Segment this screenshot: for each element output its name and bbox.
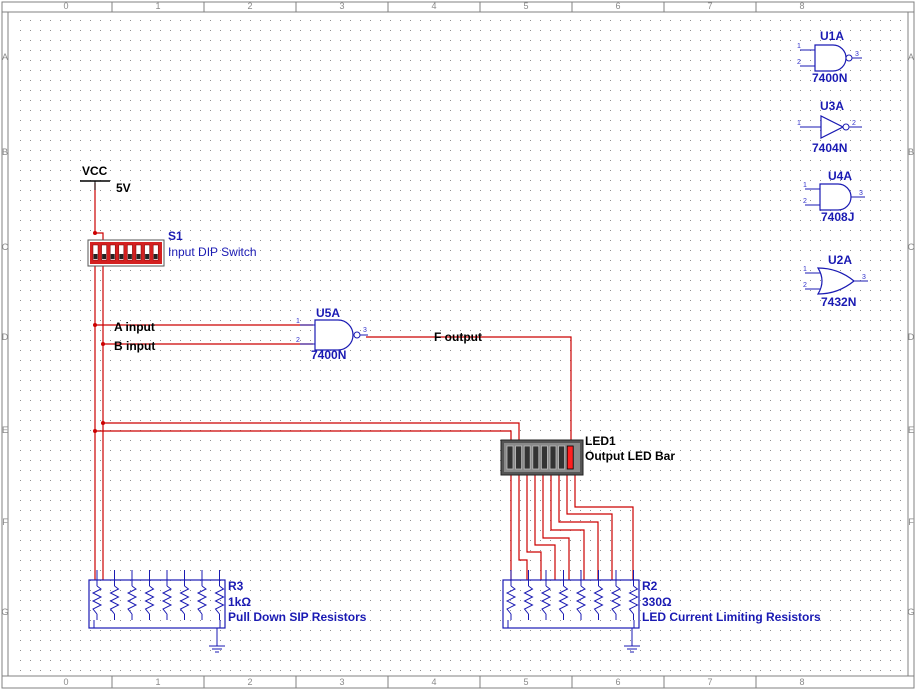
led-segment [532,445,540,470]
dip-key-lever [145,254,150,259]
border-col-label: 1 [155,1,160,11]
u2a-pin1: 1 [803,266,807,273]
u1a-ref: U1A [820,29,844,43]
u2a-ref: U2A [828,253,852,267]
u1a-type: 7400N [812,71,847,85]
u3a-ref: U3A [820,99,844,113]
led-segment [506,445,514,470]
dip-key-lever [153,254,158,259]
border-col-label: 6 [615,677,620,687]
led-segment [558,445,565,470]
switch-desc: Input DIP Switch [168,245,257,259]
border-col-label: 0 [63,1,68,11]
u4a-pin1: 1 [803,182,807,189]
u4a-type: 7408J [821,210,854,224]
border-col-label: 7 [707,677,712,687]
dip-key-lever [127,254,132,259]
border-col-label: 3 [339,677,344,687]
border-col-label: 5 [523,677,528,687]
u2a-pin3: 3 [862,274,866,281]
border-row-label: F [2,517,8,527]
u3a-pin1: 1 [797,120,801,127]
dip-key-lever [110,254,115,259]
border-row-label: G [907,607,914,617]
u5a-pin1: 1 [296,318,300,325]
u5a-type: 7400N [311,348,346,362]
border-col-label: 2 [247,1,252,11]
border-row-label: E [2,425,8,435]
border-col-label: 2 [247,677,252,687]
border-row-label: A [2,52,8,62]
border-col-label: 4 [431,677,436,687]
u1a-pin3: 3 [855,51,859,58]
led-desc: Output LED Bar [585,449,675,463]
schematic-canvas: 0 1 2 3 4 5 6 7 8 0 1 2 3 4 5 6 7 8 A B C D E F G A B C D E F G VCC … [0,0,918,693]
r2-ref: R2 [642,579,658,593]
led-segment [549,445,557,470]
dip-key-lever [119,254,124,259]
u2a-type: 7432N [821,295,856,309]
net-label-f: F output [434,330,482,344]
led-segment [515,445,522,470]
border-col-label: 7 [707,1,712,11]
border-col-label: 0 [63,677,68,687]
u3a-type: 7404N [812,141,847,155]
border-row-label: B [2,147,8,157]
border-col-label: 5 [523,1,528,11]
vcc-label: VCC [82,164,108,178]
border-col-label: 1 [155,677,160,687]
u4a-pin3: 3 [859,190,863,197]
r3-ref: R3 [228,579,244,593]
border-col-label: 4 [431,1,436,11]
dip-key-lever [136,254,141,259]
r2-desc: LED Current Limiting Resistors [642,610,821,624]
r3-value: 1kΩ [228,595,251,609]
u5a-pin2: 2 [296,337,300,344]
u5a-pin3: 3 [363,327,367,334]
led-segment [523,445,531,470]
r3-desc: Pull Down SIP Resistors [228,610,367,624]
border-row-label: C [2,242,9,252]
net-label-b: B input [114,339,155,353]
border-row-label: A [908,52,914,62]
border-col-label: 8 [799,1,804,11]
border-row-label: F [908,517,914,527]
u1a-pin2: 2 [797,59,801,66]
border-row-label: D [908,332,915,342]
u4a-pin2: 2 [803,198,807,205]
vcc-value: 5V [116,181,131,195]
border-col-label: 8 [799,677,804,687]
border-row-label: G [1,607,8,617]
dip-key-lever [93,254,98,259]
r2-value: 330Ω [642,595,672,609]
u2a-pin2: 2 [803,282,807,289]
led-segment [541,445,548,470]
border-row-label: C [908,242,915,252]
u4a-ref: U4A [828,169,852,183]
border-col-label: 3 [339,1,344,11]
border-row-label: E [908,425,914,435]
border-row-label: B [908,147,914,157]
led-ref: LED1 [585,434,616,448]
net-label-a: A input [114,320,155,334]
u1a-pin1: 1 [797,43,801,50]
u5a-ref: U5A [316,306,340,320]
led-segment [566,445,574,470]
border-row-label: D [2,332,9,342]
border-col-label: 6 [615,1,620,11]
dip-key-lever [102,254,107,259]
switch-ref: S1 [168,229,183,243]
u3a-pin2: 2 [852,120,856,127]
